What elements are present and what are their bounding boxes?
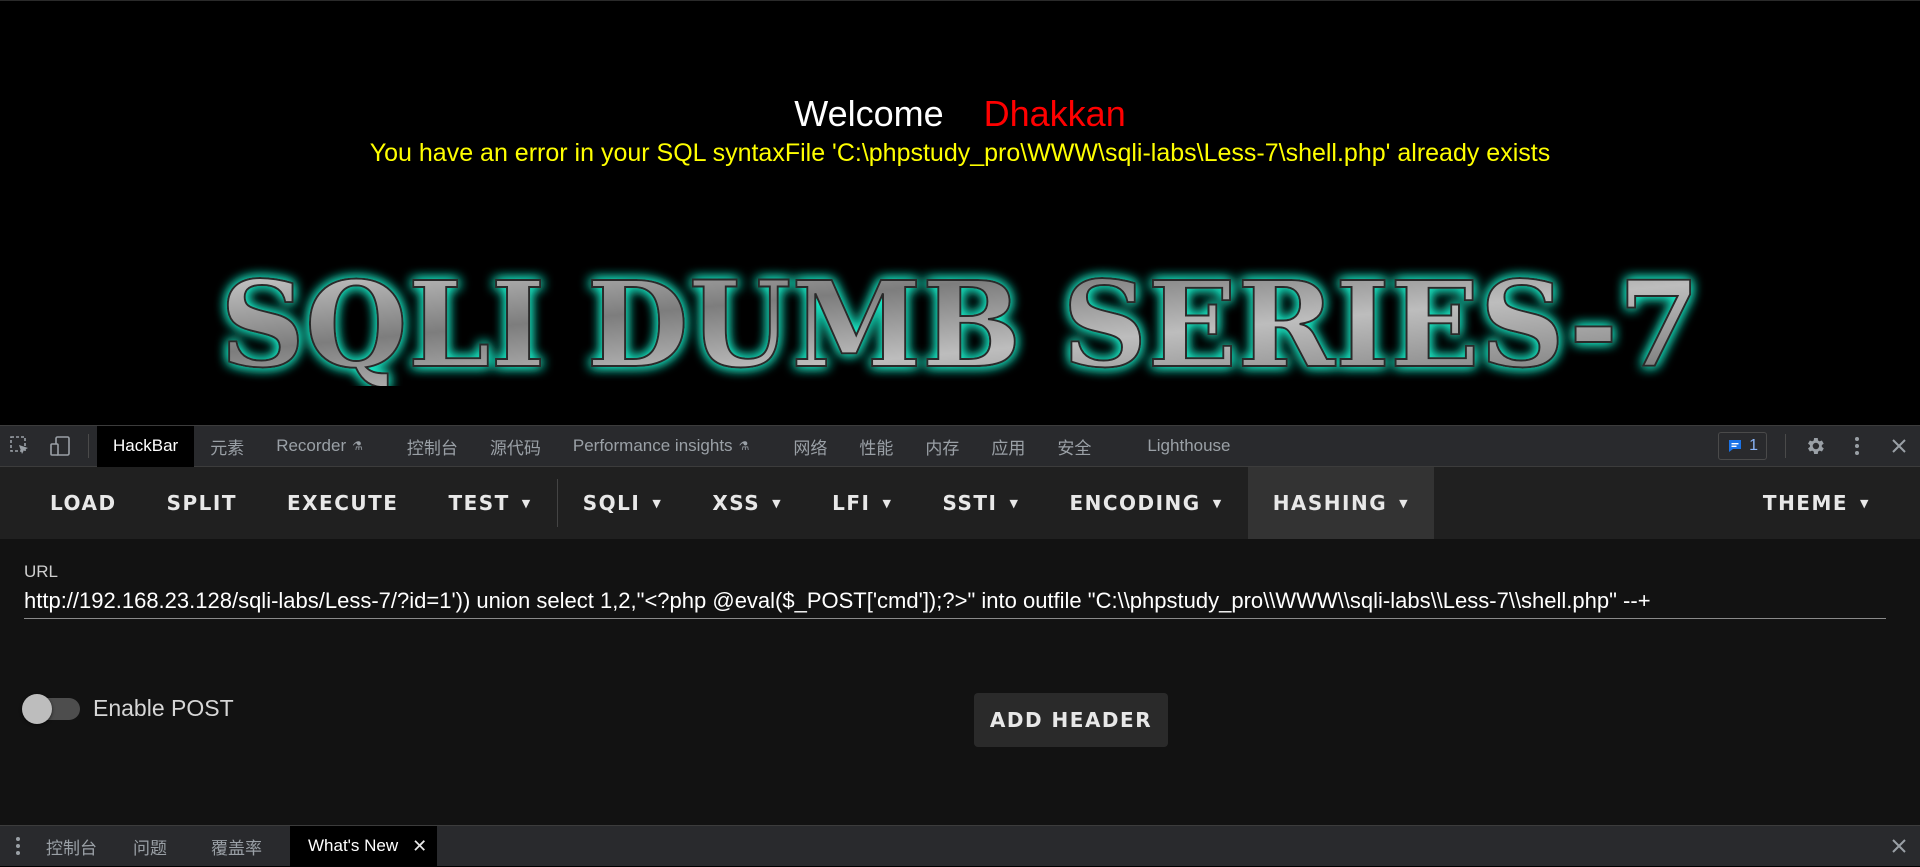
test-menu-button[interactable]: TEST ▼ xyxy=(423,467,556,539)
split-button[interactable]: SPLIT xyxy=(142,467,262,539)
button-label: LOAD xyxy=(50,491,117,515)
caret-down-icon: ▼ xyxy=(1860,496,1870,510)
experiment-flask-icon: ⚗ xyxy=(352,439,363,453)
tab-label: HackBar xyxy=(113,436,179,455)
button-label: XSS xyxy=(712,491,761,515)
drawer-tab-console[interactable]: 控制台 xyxy=(36,826,115,866)
toggle-knob xyxy=(22,694,52,724)
hashing-menu-button[interactable]: HASHING ▼ xyxy=(1247,467,1435,539)
tab-performance[interactable]: 性能 xyxy=(843,426,909,467)
issues-counter-button[interactable]: 1 xyxy=(1718,432,1767,460)
settings-gear-icon[interactable] xyxy=(1794,425,1836,467)
tab-label: 性能 xyxy=(859,438,894,458)
tab-label: 控制台 xyxy=(406,438,458,458)
button-label: TEST xyxy=(448,491,510,515)
enable-post-label: Enable POST xyxy=(93,695,234,721)
close-devtools-icon[interactable] xyxy=(1878,425,1920,467)
lfi-menu-button[interactable]: LFI ▼ xyxy=(807,467,917,539)
toolbar-divider xyxy=(88,434,89,458)
caret-down-icon: ▼ xyxy=(1009,496,1020,510)
welcome-text: Welcome xyxy=(794,93,944,134)
tab-lighthouse[interactable]: Lighthouse xyxy=(1131,426,1246,467)
tab-memory[interactable]: 内存 xyxy=(909,426,975,467)
load-button[interactable]: LOAD xyxy=(0,467,142,539)
drawer-tab-coverage[interactable]: 覆盖率 xyxy=(185,826,290,866)
tab-network[interactable]: 网络 xyxy=(777,426,843,467)
caret-down-icon: ▼ xyxy=(1212,496,1223,510)
sql-error-message: You have an error in your SQL syntaxFile… xyxy=(369,139,1551,167)
close-drawer-icon[interactable] xyxy=(1878,838,1920,854)
inspect-element-icon[interactable] xyxy=(0,426,40,466)
tab-performance-insights[interactable]: Performance insights ⚗ xyxy=(557,426,765,467)
add-header-button[interactable]: ADD HEADER xyxy=(974,693,1168,747)
tab-label: 内存 xyxy=(925,438,960,458)
close-tab-icon[interactable]: ✕ xyxy=(412,836,427,857)
enable-post-toggle[interactable] xyxy=(22,694,80,724)
xss-menu-button[interactable]: XSS ▼ xyxy=(687,467,807,539)
button-label: SSTI xyxy=(942,491,998,515)
tab-label: 安全 xyxy=(1057,438,1092,458)
caret-down-icon: ▼ xyxy=(652,496,663,510)
button-label: SQLI xyxy=(582,491,641,515)
button-label: HASHING xyxy=(1272,491,1388,515)
tab-label: 网络 xyxy=(793,438,828,458)
message-icon xyxy=(1729,440,1742,452)
tab-label: 源代码 xyxy=(489,438,541,458)
caret-down-icon: ▼ xyxy=(772,496,783,510)
issues-count: 1 xyxy=(1749,437,1758,454)
device-toolbar-icon[interactable] xyxy=(40,426,80,466)
welcome-line: Welcome Dhakkan xyxy=(0,93,1920,135)
tab-elements[interactable]: 元素 xyxy=(194,426,260,467)
execute-button[interactable]: EXECUTE xyxy=(262,467,423,539)
web-page: Welcome Dhakkan You have an error in your… xyxy=(0,0,1920,425)
tab-label: 应用 xyxy=(991,438,1026,458)
sqli-dumb-series-banner: SQLI DUMB SERIES-7 xyxy=(219,256,1701,386)
tab-sources[interactable]: 源代码 xyxy=(474,426,557,467)
sqli-menu-button[interactable]: SQLI ▼ xyxy=(558,467,688,539)
hackbar-toolbar: LOAD SPLIT EXECUTE TEST ▼ SQLI ▼ XSS ▼ LFI ▼… xyxy=(0,467,1920,539)
banner-text: SQLI DUMB SERIES-7 xyxy=(220,256,1700,386)
caret-down-icon: ▼ xyxy=(1399,496,1410,510)
tab-application[interactable]: 应用 xyxy=(975,426,1041,467)
more-options-kebab-icon[interactable] xyxy=(1836,425,1878,467)
theme-menu-button[interactable]: THEME ▼ xyxy=(1738,467,1920,539)
tab-label: 元素 xyxy=(210,438,245,458)
devtools-drawer-bar: 控制台 问题 覆盖率 What's New ✕ xyxy=(0,825,1920,866)
devtools-tab-bar: HackBar 元素 Recorder ⚗ 控制台 源代码 Performance… xyxy=(0,425,1920,467)
experiment-flask-icon: ⚗ xyxy=(738,439,750,453)
button-label: EXECUTE xyxy=(286,491,399,515)
ssti-menu-button[interactable]: SSTI ▼ xyxy=(917,467,1044,539)
tab-label: Recorder xyxy=(276,436,347,455)
tab-label: Lighthouse xyxy=(1147,436,1231,455)
drawer-menu-kebab-icon[interactable] xyxy=(0,825,36,867)
caret-down-icon: ▼ xyxy=(882,496,893,510)
tab-console[interactable]: 控制台 xyxy=(391,426,474,467)
drawer-tab-issues[interactable]: 问题 xyxy=(115,826,185,866)
button-label: THEME xyxy=(1762,491,1849,515)
drawer-tab-whats-new[interactable]: What's New ✕ xyxy=(290,826,438,866)
toolbar-divider xyxy=(1785,434,1786,458)
url-input[interactable]: http://192.168.23.128/sqli-labs/Less-7/?… xyxy=(24,583,1886,619)
tab-hackbar[interactable]: HackBar xyxy=(97,425,195,467)
tab-label: Performance insights xyxy=(572,436,733,455)
button-label: LFI xyxy=(832,491,871,515)
url-label: URL xyxy=(24,562,59,581)
tab-recorder[interactable]: Recorder ⚗ xyxy=(260,426,379,467)
button-label: ENCODING xyxy=(1069,491,1201,515)
username-text: Dhakkan xyxy=(983,93,1126,134)
tab-label: 问题 xyxy=(133,838,167,858)
tab-label: What's New xyxy=(308,836,399,855)
tab-label: 控制台 xyxy=(46,838,97,858)
encoding-menu-button[interactable]: ENCODING ▼ xyxy=(1044,467,1247,539)
tab-label: 覆盖率 xyxy=(211,838,262,858)
caret-down-icon: ▼ xyxy=(521,496,532,510)
hackbar-panel: URL http://192.168.23.128/sqli-labs/Less… xyxy=(0,539,1920,825)
button-label: SPLIT xyxy=(166,491,237,515)
devtools-right-controls: 1 xyxy=(1718,426,1920,466)
tab-security[interactable]: 安全 xyxy=(1041,426,1107,467)
